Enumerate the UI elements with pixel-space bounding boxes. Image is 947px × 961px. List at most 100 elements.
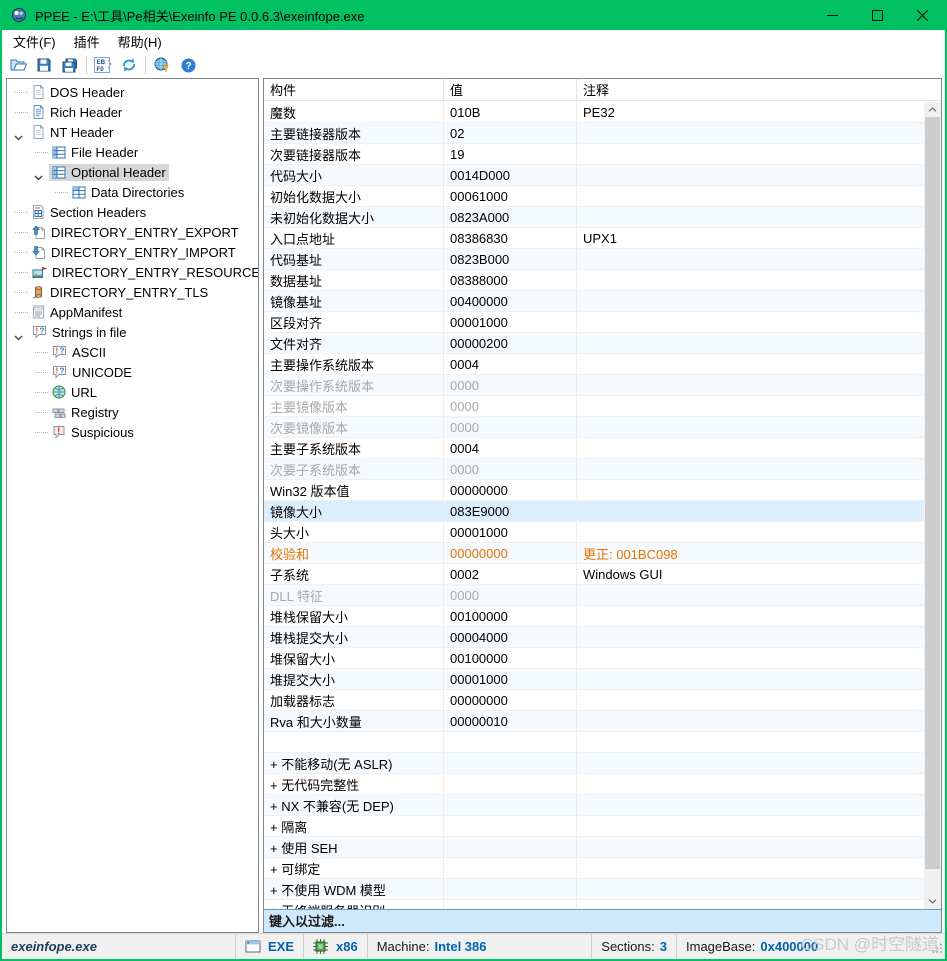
toolbar-save-button[interactable] bbox=[31, 54, 57, 77]
table-row[interactable] bbox=[264, 732, 924, 753]
table-row[interactable]: 主要子系统版本0004 bbox=[264, 438, 924, 459]
toolbar-update-check-button[interactable] bbox=[149, 54, 175, 77]
save-icon bbox=[37, 58, 51, 72]
scroll-down-icon[interactable] bbox=[924, 894, 941, 909]
tree-item-strings-in-file[interactable]: !?Strings in file bbox=[7, 322, 258, 342]
tree-item-rich-header[interactable]: Rich Header bbox=[7, 102, 258, 122]
cell-comment bbox=[577, 291, 924, 311]
column-header-member[interactable]: 构件 bbox=[264, 79, 444, 100]
table-row[interactable]: + 使用 SEH bbox=[264, 837, 924, 858]
table-row[interactable]: + 可绑定 bbox=[264, 858, 924, 879]
table-row[interactable]: + 不使用 WDM 模型 bbox=[264, 879, 924, 900]
close-button[interactable] bbox=[900, 0, 945, 30]
table-row[interactable]: 堆栈保留大小00100000 bbox=[264, 606, 924, 627]
tree-item-url[interactable]: URL bbox=[7, 382, 258, 402]
table-row[interactable]: + 无代码完整性 bbox=[264, 774, 924, 795]
table-row[interactable]: Rva 和大小数量00000010 bbox=[264, 711, 924, 732]
cell-value: 0004 bbox=[444, 438, 577, 458]
tree-item-label: UNICODE bbox=[72, 365, 132, 380]
cell-member: 次要镜像版本 bbox=[264, 417, 444, 437]
table-row[interactable]: 初始化数据大小00061000 bbox=[264, 186, 924, 207]
tree-item-directory-entry-resource[interactable]: DIRECTORY_ENTRY_RESOURCE bbox=[7, 262, 258, 282]
table-row[interactable]: 镜像基址00400000 bbox=[264, 291, 924, 312]
tree-item-ascii[interactable]: !?ASCII bbox=[7, 342, 258, 362]
table-row[interactable]: 次要操作系统版本0000 bbox=[264, 375, 924, 396]
cell-comment bbox=[577, 480, 924, 500]
table-row[interactable]: 子系统0002Windows GUI bbox=[264, 564, 924, 585]
cell-comment bbox=[577, 438, 924, 458]
table-row[interactable]: 代码大小0014D000 bbox=[264, 165, 924, 186]
menu-item-help[interactable]: 帮助(H) bbox=[109, 30, 171, 53]
table-row[interactable]: DLL 特征0000 bbox=[264, 585, 924, 606]
table-row[interactable]: 主要镜像版本0000 bbox=[264, 396, 924, 417]
tree-item-optional-header[interactable]: Optional Header bbox=[7, 162, 258, 182]
toolbar-refresh-button[interactable] bbox=[116, 54, 142, 77]
tree-item-dos-header[interactable]: DOS Header bbox=[7, 82, 258, 102]
tree-item-data-directories[interactable]: Data Directories bbox=[7, 182, 258, 202]
table-row[interactable]: + 隔离 bbox=[264, 816, 924, 837]
scrollbar-thumb[interactable] bbox=[925, 117, 940, 869]
tree-item-label: Registry bbox=[71, 405, 119, 420]
table-row[interactable]: 镜像大小083E9000 bbox=[264, 501, 924, 522]
table-row[interactable]: 次要镜像版本0000 bbox=[264, 417, 924, 438]
table-row[interactable]: 次要子系统版本0000 bbox=[264, 459, 924, 480]
cell-comment: UPX1 bbox=[577, 228, 924, 248]
table-row[interactable]: 文件对齐00000200 bbox=[264, 333, 924, 354]
maximize-button[interactable] bbox=[855, 0, 900, 30]
cell-member: 次要子系统版本 bbox=[264, 459, 444, 479]
tree-item-directory-entry-export[interactable]: DIRECTORY_ENTRY_EXPORT bbox=[7, 222, 258, 242]
table-row[interactable]: 堆提交大小00001000 bbox=[264, 669, 924, 690]
tree-item-directory-entry-import[interactable]: DIRECTORY_ENTRY_IMPORT bbox=[7, 242, 258, 262]
tree-item-directory-entry-tls[interactable]: DIRECTORY_ENTRY_TLS bbox=[7, 282, 258, 302]
cell-member: 入口点地址 bbox=[264, 228, 444, 248]
tree-item-unicode[interactable]: !?UNICODE bbox=[7, 362, 258, 382]
table-row[interactable]: 堆栈提交大小00004000 bbox=[264, 627, 924, 648]
column-header-value[interactable]: 值 bbox=[444, 79, 577, 100]
window-title: PPEE - E:\工具\Pe相关\Exeinfo PE 0.0.6.3\exe… bbox=[35, 6, 365, 25]
filter-input[interactable] bbox=[264, 909, 941, 932]
tree-item-section-headers[interactable]: Section Headers bbox=[7, 202, 258, 222]
table-row[interactable]: 加载器标志00000000 bbox=[264, 690, 924, 711]
toolbar-byte-viewer-button[interactable]: EBF0 bbox=[90, 54, 116, 77]
cell-value: 19 bbox=[444, 144, 577, 164]
menu-item-file[interactable]: 文件(F) bbox=[4, 30, 65, 53]
cell-comment bbox=[577, 669, 924, 689]
table-row[interactable]: 代码基址0823B000 bbox=[264, 249, 924, 270]
scroll-up-icon[interactable] bbox=[924, 102, 941, 117]
table-row[interactable]: 次要链接器版本19 bbox=[264, 144, 924, 165]
tree-item-appmanifest[interactable]: AppManifest bbox=[7, 302, 258, 322]
tree-item-label: DIRECTORY_ENTRY_IMPORT bbox=[51, 245, 236, 260]
vertical-scrollbar[interactable] bbox=[924, 102, 941, 909]
tree-item-file-header[interactable]: File Header bbox=[7, 142, 258, 162]
tree-item-nt-header[interactable]: NT Header bbox=[7, 122, 258, 142]
table-row[interactable]: 校验和00000000更正: 001BC098 bbox=[264, 543, 924, 564]
cell-comment bbox=[577, 522, 924, 542]
table-row[interactable]: Win32 版本值00000000 bbox=[264, 480, 924, 501]
table-row[interactable]: + 无终端服务器识别 bbox=[264, 900, 924, 909]
toolbar-save-as-button[interactable] bbox=[57, 54, 83, 77]
cell-member: 主要镜像版本 bbox=[264, 396, 444, 416]
table-row[interactable]: 魔数010BPE32 bbox=[264, 102, 924, 123]
toolbar-open-file-button[interactable] bbox=[5, 54, 31, 77]
table-row[interactable]: 入口点地址08386830UPX1 bbox=[264, 228, 924, 249]
table-row[interactable]: 头大小00001000 bbox=[264, 522, 924, 543]
menu-item-plugins[interactable]: 插件 bbox=[65, 30, 109, 53]
cell-member: + 不能移动(无 ASLR) bbox=[264, 753, 444, 773]
resource-icon bbox=[32, 266, 47, 279]
table-row[interactable]: 区段对齐00001000 bbox=[264, 312, 924, 333]
table-row[interactable]: 未初始化数据大小0823A000 bbox=[264, 207, 924, 228]
table-row[interactable]: + NX 不兼容(无 DEP) bbox=[264, 795, 924, 816]
toolbar-help-button[interactable]: ? bbox=[175, 54, 201, 77]
table-row[interactable]: + 不能移动(无 ASLR) bbox=[264, 753, 924, 774]
tree-item-registry[interactable]: Registry bbox=[7, 402, 258, 422]
resize-grip[interactable] bbox=[931, 942, 943, 957]
table-row[interactable]: 堆保留大小00100000 bbox=[264, 648, 924, 669]
table-row[interactable]: 主要链接器版本02 bbox=[264, 123, 924, 144]
table-row[interactable]: 数据基址08388000 bbox=[264, 270, 924, 291]
minimize-button[interactable] bbox=[810, 0, 855, 30]
tree-item-suspicious[interactable]: !Suspicious bbox=[7, 422, 258, 442]
column-header-comment[interactable]: 注释 bbox=[577, 79, 924, 100]
table-row[interactable]: 主要操作系统版本0004 bbox=[264, 354, 924, 375]
cell-value: 00100000 bbox=[444, 648, 577, 668]
detail-table-panel: 构件 值 注释 魔数010BPE32主要链接器版本02次要链接器版本19代码大小… bbox=[263, 78, 942, 933]
